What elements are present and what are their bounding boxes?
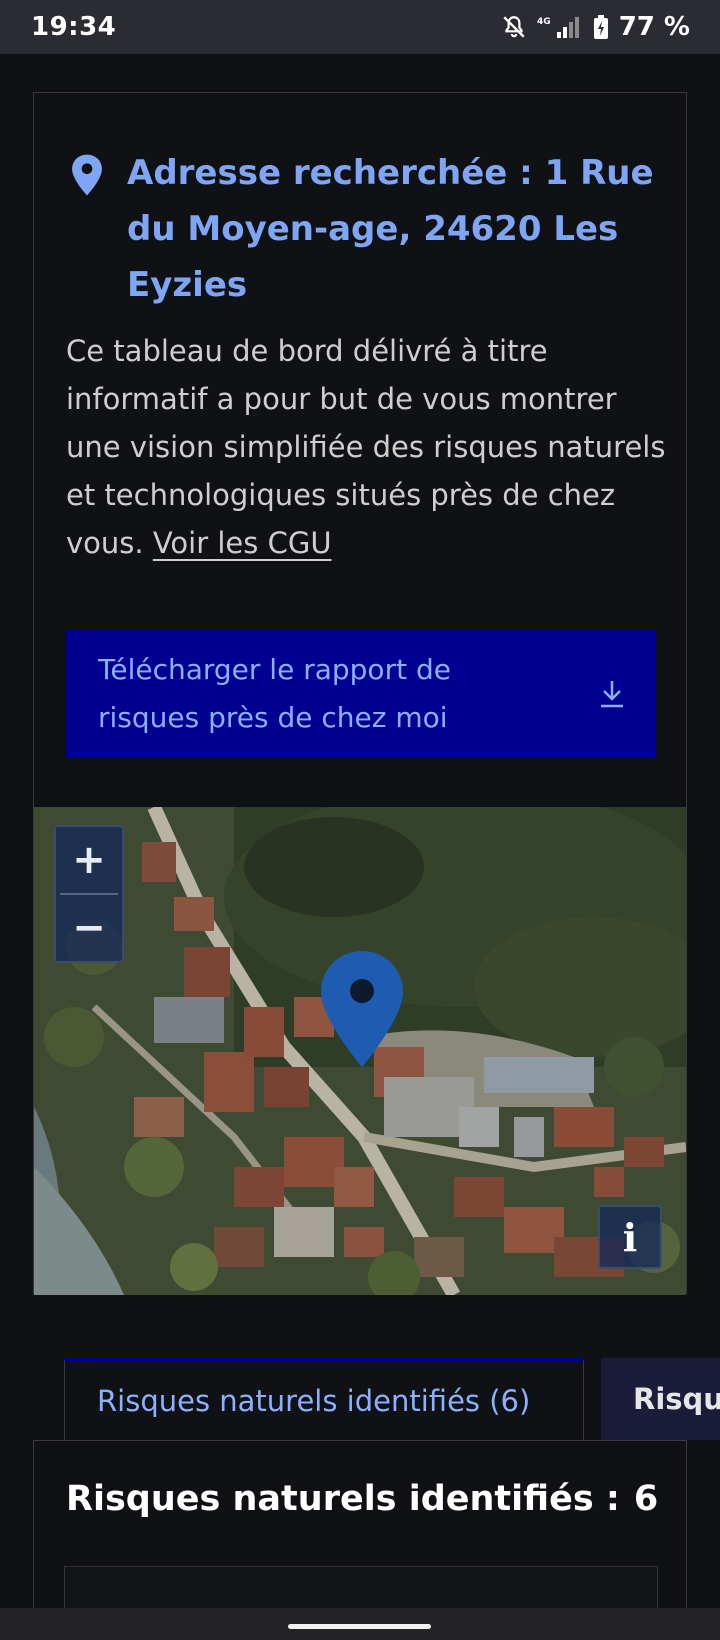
zoom-controls: + − <box>54 825 124 963</box>
address-title: Adresse recherchée : 1 Rue du Moyen-age,… <box>127 153 654 305</box>
bell-off-icon <box>501 14 527 40</box>
status-time: 19:34 <box>31 12 117 42</box>
panel-title: Risques naturels identifiés : 6 <box>66 1479 658 1519</box>
network-type: 4G <box>537 17 551 27</box>
status-bar: 19:34 4G 77 % <box>0 0 720 54</box>
battery-icon <box>593 14 609 40</box>
zoom-in-button[interactable]: + <box>56 827 122 893</box>
cgu-link[interactable]: Voir les CGU <box>153 526 332 560</box>
address-header: Adresse recherchée : 1 Rue du Moyen-age,… <box>68 145 658 313</box>
tab-natural-risks[interactable]: Risques naturels identifiés (6) <box>64 1358 584 1440</box>
signal-icon: 4G <box>537 14 583 40</box>
download-report-label: Télécharger le rapport de risques près d… <box>98 653 451 734</box>
panel-count: 6 <box>633 1479 659 1519</box>
description-text: Ce tableau de bord délivré à titre infor… <box>66 327 666 567</box>
home-gesture-handle[interactable] <box>288 1624 431 1629</box>
address-card: Adresse recherchée : 1 Rue du Moyen-age,… <box>33 92 687 1295</box>
location-pin-icon <box>68 153 110 313</box>
battery-level: 77 % <box>618 12 690 42</box>
map-view[interactable]: + − i <box>34 807 686 1295</box>
map-info-button[interactable]: i <box>598 1205 662 1269</box>
map-marker-icon[interactable] <box>319 949 405 1069</box>
zoom-out-button[interactable]: − <box>56 895 122 961</box>
tab-technological-risks[interactable]: Risques technologiques <box>601 1358 720 1440</box>
download-icon <box>598 679 626 709</box>
download-report-button[interactable]: Télécharger le rapport de risques près d… <box>66 630 656 758</box>
status-icons: 4G 77 % <box>501 12 690 42</box>
panel-title-text: Risques naturels identifiés : <box>66 1479 620 1519</box>
